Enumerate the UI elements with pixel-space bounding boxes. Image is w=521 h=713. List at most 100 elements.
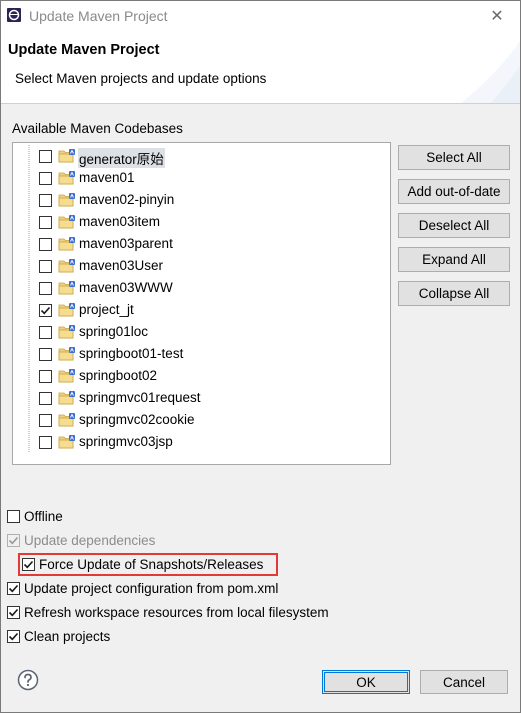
clean-projects-option[interactable]: Clean projects <box>7 627 110 645</box>
deselect-all-button[interactable]: Deselect All <box>398 213 510 238</box>
tree-line-icon <box>19 365 39 387</box>
add-out-of-date-button[interactable]: Add out-of-date <box>398 179 510 204</box>
codebases-label: Available Maven Codebases <box>12 121 183 136</box>
codebase-item[interactable]: spring01loc <box>13 321 390 343</box>
codebase-item[interactable]: springmvc01request <box>13 387 390 409</box>
tree-line-icon <box>19 431 39 453</box>
codebase-checkbox[interactable] <box>39 238 52 251</box>
codebase-checkbox[interactable] <box>39 282 52 295</box>
codebase-label: springboot01-test <box>79 346 184 361</box>
codebase-label: maven01 <box>79 170 135 185</box>
codebase-checkbox[interactable] <box>39 348 52 361</box>
tree-line-icon <box>19 145 39 167</box>
maven-project-folder-icon <box>58 214 76 230</box>
maven-project-folder-icon <box>58 324 76 340</box>
codebase-checkbox[interactable] <box>39 304 52 317</box>
offline-option[interactable]: Offline <box>7 507 63 525</box>
tree-line-icon <box>19 277 39 299</box>
maven-project-folder-icon <box>58 368 76 384</box>
update-dependencies-label: Update dependencies <box>24 532 156 548</box>
codebase-checkbox[interactable] <box>39 150 52 163</box>
codebase-item[interactable]: springmvc03jsp <box>13 431 390 453</box>
codebase-label: maven03parent <box>79 236 173 251</box>
maven-project-folder-icon <box>58 280 76 296</box>
codebase-item[interactable]: project_jt <box>13 299 390 321</box>
codebase-label: spring01loc <box>79 324 149 339</box>
codebase-item[interactable]: maven02-pinyin <box>13 189 390 211</box>
codebase-label: springmvc01request <box>79 390 201 405</box>
codebase-item[interactable]: springboot01-test <box>13 343 390 365</box>
codebase-checkbox[interactable] <box>39 216 52 229</box>
tree-line-icon <box>19 321 39 343</box>
cancel-button[interactable]: Cancel <box>420 670 508 694</box>
offline-checkbox[interactable] <box>7 509 20 523</box>
update-config-label: Update project configuration from pom.xm… <box>24 580 279 596</box>
codebase-item[interactable]: maven03parent <box>13 233 390 255</box>
force-update-label: Force Update of Snapshots/Releases <box>39 556 264 572</box>
collapse-all-button[interactable]: Collapse All <box>398 281 510 306</box>
maven-project-folder-icon <box>58 258 76 274</box>
codebase-item[interactable]: maven03User <box>13 255 390 277</box>
tree-line-icon <box>19 409 39 431</box>
codebase-item[interactable]: maven03item <box>13 211 390 233</box>
ok-button[interactable]: OK <box>322 670 410 694</box>
tree-line-icon <box>19 233 39 255</box>
force-update-option[interactable]: Force Update of Snapshots/Releases <box>22 555 263 573</box>
codebase-checkbox[interactable] <box>39 260 52 273</box>
maven-project-folder-icon <box>58 412 76 428</box>
refresh-workspace-option[interactable]: Refresh workspace resources from local f… <box>7 603 329 621</box>
maven-project-folder-icon <box>58 236 76 252</box>
update-dependencies-option: Update dependencies <box>7 531 155 549</box>
maven-project-folder-icon <box>58 434 76 450</box>
header-banner-art <box>461 41 520 103</box>
window-title: Update Maven Project <box>29 8 168 24</box>
codebases-list[interactable]: generator原始 maven01 maven02-pinyin maven03i… <box>12 142 391 465</box>
codebase-item[interactable]: maven01 <box>13 167 390 189</box>
close-button[interactable]: ✕ <box>474 1 520 31</box>
refresh-workspace-label: Refresh workspace resources from local f… <box>24 604 329 620</box>
codebase-item[interactable]: springmvc02cookie <box>13 409 390 431</box>
force-update-checkbox[interactable] <box>22 557 35 571</box>
codebase-label: generator原始 <box>78 148 165 168</box>
maven-project-folder-icon <box>58 346 76 362</box>
codebase-checkbox[interactable] <box>39 414 52 427</box>
codebase-checkbox[interactable] <box>39 326 52 339</box>
codebase-checkbox[interactable] <box>39 194 52 207</box>
codebase-label: springmvc03jsp <box>79 434 173 449</box>
maven-project-folder-icon <box>58 390 76 406</box>
codebase-item[interactable]: maven03WWW <box>13 277 390 299</box>
tree-line-icon <box>19 167 39 189</box>
header-title: Update Maven Project <box>8 42 160 58</box>
update-config-option[interactable]: Update project configuration from pom.xm… <box>7 579 278 597</box>
codebase-item[interactable]: springboot02 <box>13 365 390 387</box>
codebase-label: springmvc02cookie <box>79 412 195 427</box>
close-icon: ✕ <box>490 8 504 25</box>
codebase-label: maven02-pinyin <box>79 192 175 207</box>
dialog-header: Update Maven Project Select Maven projec… <box>1 31 520 104</box>
refresh-workspace-checkbox[interactable] <box>7 605 20 619</box>
codebase-item[interactable]: generator原始 <box>13 145 390 168</box>
codebase-checkbox[interactable] <box>39 392 52 405</box>
codebase-checkbox[interactable] <box>39 370 52 383</box>
maven-project-folder-icon <box>58 170 76 186</box>
eclipse-app-icon <box>7 8 21 22</box>
tree-line-icon <box>19 189 39 211</box>
tree-line-icon <box>19 343 39 365</box>
codebase-checkbox[interactable] <box>39 172 52 185</box>
help-icon[interactable] <box>17 669 39 691</box>
select-all-button[interactable]: Select All <box>398 145 510 170</box>
codebase-label: maven03User <box>79 258 164 273</box>
tree-line-icon <box>19 299 39 321</box>
codebase-checkbox[interactable] <box>39 436 52 449</box>
header-description: Select Maven projects and update options <box>15 71 267 86</box>
title-bar: Update Maven Project ✕ <box>1 1 520 31</box>
maven-project-folder-icon <box>58 148 76 164</box>
codebase-label: maven03item <box>79 214 161 229</box>
clean-projects-checkbox[interactable] <box>7 629 20 643</box>
update-config-checkbox[interactable] <box>7 581 20 595</box>
offline-label: Offline <box>24 508 63 524</box>
expand-all-button[interactable]: Expand All <box>398 247 510 272</box>
codebase-label: springboot02 <box>79 368 158 383</box>
codebase-label: maven03WWW <box>79 280 173 295</box>
tree-line-icon <box>19 255 39 277</box>
